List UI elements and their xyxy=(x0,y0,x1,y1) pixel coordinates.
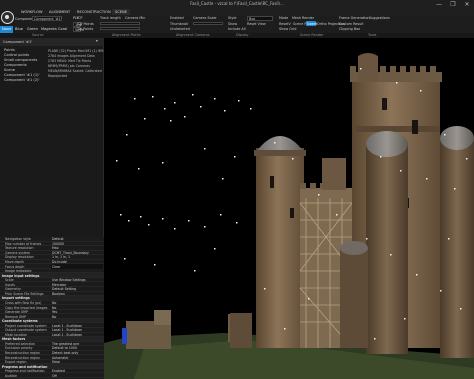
camera-scale-slider[interactable] xyxy=(193,22,223,25)
properties-panel: Navigation style Default Max number of fra… xyxy=(0,237,104,379)
tree-item-components[interactable]: Components xyxy=(4,63,27,67)
property-value: Off xyxy=(52,373,57,378)
property-key: Audible xyxy=(5,373,17,378)
color-tab-blue[interactable]: Blue xyxy=(13,26,25,33)
group-label-scene-render: Scene Render xyxy=(300,33,324,37)
group-label-alignment-cameras: Alignment Cameras xyxy=(176,33,210,37)
3d-viewport[interactable] xyxy=(104,38,474,379)
group-label-source: Source xyxy=(32,33,44,37)
reset-value-button[interactable]: ResetV xyxy=(279,22,291,26)
clipping-box-select[interactable]: Clipping Box xyxy=(339,27,360,31)
component-detail: 2784 images Alignment Data xyxy=(48,54,95,58)
camera-scale-label: Camera Scale xyxy=(193,16,217,20)
close-button[interactable]: ✕ xyxy=(460,0,474,9)
camera-min-slider[interactable] xyxy=(100,27,140,30)
tree-item-scene[interactable]: Scene xyxy=(4,68,15,72)
color-tab-none[interactable]: None xyxy=(0,26,14,33)
enabled-checkbox[interactable]: Enabled xyxy=(170,16,184,20)
component-detail: MEAN/MINMAX Scaled: Calibrated xyxy=(48,69,102,73)
track-length-slider[interactable] xyxy=(100,22,140,25)
group-label-display: Display xyxy=(236,33,249,37)
component-detail: Reprojected xyxy=(48,74,68,78)
icp-checkbox[interactable]: ICP xyxy=(77,16,82,20)
maximize-button[interactable]: ❐ xyxy=(446,0,460,9)
show-label: Show xyxy=(228,22,238,26)
track-length-label: Track length xyxy=(100,16,121,20)
tree-item-component-1[interactable]: Component '#1 (1)' xyxy=(4,73,40,77)
mesh-render-button[interactable]: Mesh Render xyxy=(292,16,314,20)
point-cloud-render xyxy=(104,38,474,379)
app-logo-icon[interactable] xyxy=(1,11,14,24)
left-panel: Component '#1' ▾ Points Control points S… xyxy=(0,38,104,379)
title-bar: Fasil_Castle - vzcal to f:\Fasil_Castle\… xyxy=(0,0,474,9)
undistorted-checkbox[interactable]: Undistorted xyxy=(170,27,190,31)
thumbnail-checkbox[interactable]: Thumbnail xyxy=(170,22,188,26)
group-label-alignment-points: Alignment Points xyxy=(112,33,141,37)
tree-item-control-points[interactable]: Control points xyxy=(4,53,29,57)
chevron-down-icon: ▾ xyxy=(96,39,98,43)
component-dropdown[interactable]: Component '#1' ▾ xyxy=(0,38,104,46)
camera-min-label: Camera Min xyxy=(125,16,146,20)
show-grid-checkbox[interactable]: Show Grid xyxy=(279,27,296,31)
minimize-button[interactable]: — xyxy=(432,0,446,9)
window-title: Fasil_Castle - vzcal to f:\Fasil_Castle\… xyxy=(190,1,284,6)
custom-result-select[interactable]: Custom Result xyxy=(339,22,364,26)
component-detail: PLANE (32) Plane: Med IM1 (1) IM5 xyxy=(48,49,104,53)
component-select[interactable]: Component '#1' xyxy=(32,16,62,21)
mode-label: Mode xyxy=(279,16,289,20)
color-value-button[interactable]: Sweet xyxy=(306,21,317,26)
style-select[interactable]: Box xyxy=(247,16,273,21)
reset-view-label[interactable]: Reset View xyxy=(247,22,266,26)
color-tab-green[interactable]: Green xyxy=(25,26,40,33)
frame-generation-select[interactable]: Frame Generation xyxy=(339,16,370,20)
tree-item-points[interactable]: Points xyxy=(4,48,15,52)
include-all-checkbox[interactable]: Include All xyxy=(228,27,246,31)
property-row[interactable]: Audible Off xyxy=(0,374,104,379)
style-label: Style xyxy=(228,16,237,20)
low-wall xyxy=(126,321,171,349)
component-detail: 2783 MEAS: Med Tie Points xyxy=(48,59,92,63)
tree-item-small-components[interactable]: Small components xyxy=(4,58,37,62)
color-tabs: None Blue Green Magenta Coral xyxy=(0,26,103,33)
tree-item-component-2[interactable]: Component '#1 (2)' xyxy=(4,78,40,82)
color-tab-coral[interactable]: Coral xyxy=(56,26,69,33)
component-detail: NRMS(PRMS) pts Cameras xyxy=(48,64,90,68)
suggestions-select[interactable]: Suggestions xyxy=(369,16,390,20)
group-label-tools: Tools xyxy=(368,33,377,37)
